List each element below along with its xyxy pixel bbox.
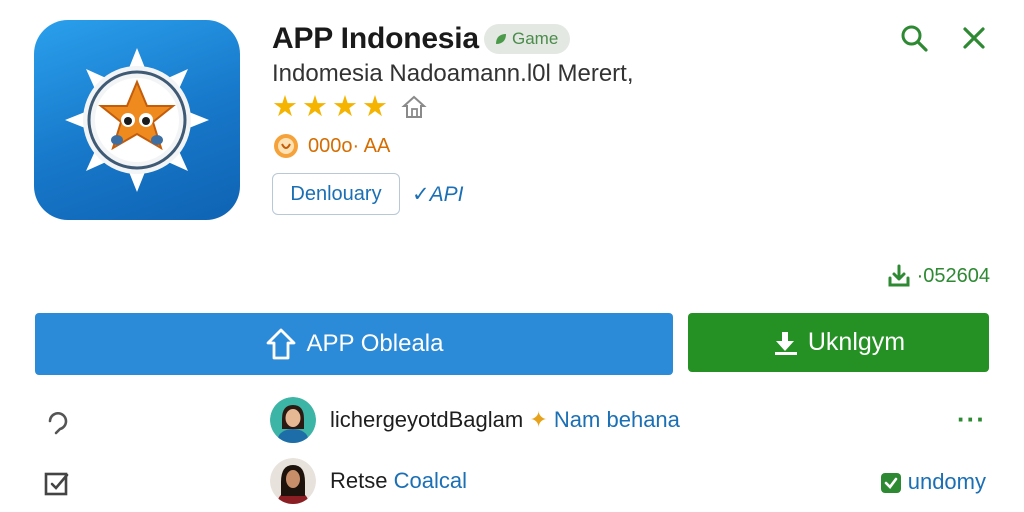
star-icon: ★ bbox=[272, 90, 298, 123]
download-count: ·052604 bbox=[887, 264, 990, 288]
open-app-button[interactable]: APP Obleala bbox=[35, 313, 673, 375]
app-subtitle: Indomesia Nadoamann.l0l Merert, bbox=[272, 60, 634, 87]
user-name: Retse bbox=[330, 468, 388, 493]
reply-icon[interactable] bbox=[42, 407, 72, 437]
house-outline-icon[interactable] bbox=[400, 92, 430, 122]
avatar bbox=[270, 397, 316, 443]
user-name: lichergeyotdBaglam bbox=[330, 407, 524, 432]
verified-badge[interactable]: undomy bbox=[880, 469, 986, 495]
verified-badge-label: undomy bbox=[907, 469, 986, 494]
star-icon: ★ bbox=[302, 90, 328, 123]
star-icon: ★ bbox=[362, 90, 388, 123]
age-rating-row: 000o· AA bbox=[272, 132, 390, 160]
age-rating-icon bbox=[274, 134, 298, 158]
download-count-value: ·052604 bbox=[916, 264, 990, 287]
age-rating-text: 000o· AA bbox=[308, 134, 391, 157]
install-button-label: Uknlgym bbox=[807, 328, 906, 356]
close-button[interactable] bbox=[956, 20, 992, 56]
list-item-name: lichergeyotdBaglam ✦ Nam behana bbox=[330, 407, 680, 433]
leaf-icon bbox=[496, 34, 506, 44]
app-title: APP Indonesia bbox=[272, 22, 479, 55]
award-icon: ✦ bbox=[529, 407, 548, 432]
avatar bbox=[270, 458, 316, 504]
app-icon bbox=[34, 20, 240, 220]
star-icon: ★ bbox=[332, 90, 358, 123]
user-link[interactable]: Nam behana bbox=[554, 407, 680, 432]
list-item-name: Retse Coalcal bbox=[330, 468, 467, 494]
install-button[interactable]: Uknlgym bbox=[688, 313, 989, 372]
category-badge-label: Game bbox=[512, 29, 559, 48]
rating-row: ★ ★ ★ ★ bbox=[272, 92, 430, 122]
category-badge[interactable]: Game bbox=[484, 24, 571, 54]
api-link[interactable]: ✓API bbox=[412, 182, 463, 207]
list-item[interactable]: Retse Coalcal undomy bbox=[0, 455, 1024, 511]
open-app-button-label: APP Obleala bbox=[306, 330, 444, 357]
close-icon bbox=[963, 27, 985, 49]
thumb-download-icon bbox=[774, 331, 797, 355]
user-link[interactable]: Coalcal bbox=[394, 468, 467, 493]
edit-square-icon[interactable] bbox=[42, 468, 72, 498]
check-icon bbox=[880, 473, 901, 494]
search-icon bbox=[901, 25, 928, 52]
home-outline-icon bbox=[266, 328, 295, 360]
search-button[interactable] bbox=[896, 20, 932, 56]
tag-button[interactable]: Denlouary bbox=[272, 173, 400, 215]
list-item[interactable]: lichergeyotdBaglam ✦ Nam behana ··· bbox=[0, 394, 1024, 450]
more-options-button[interactable]: ··· bbox=[957, 404, 986, 435]
download-icon bbox=[888, 264, 910, 287]
